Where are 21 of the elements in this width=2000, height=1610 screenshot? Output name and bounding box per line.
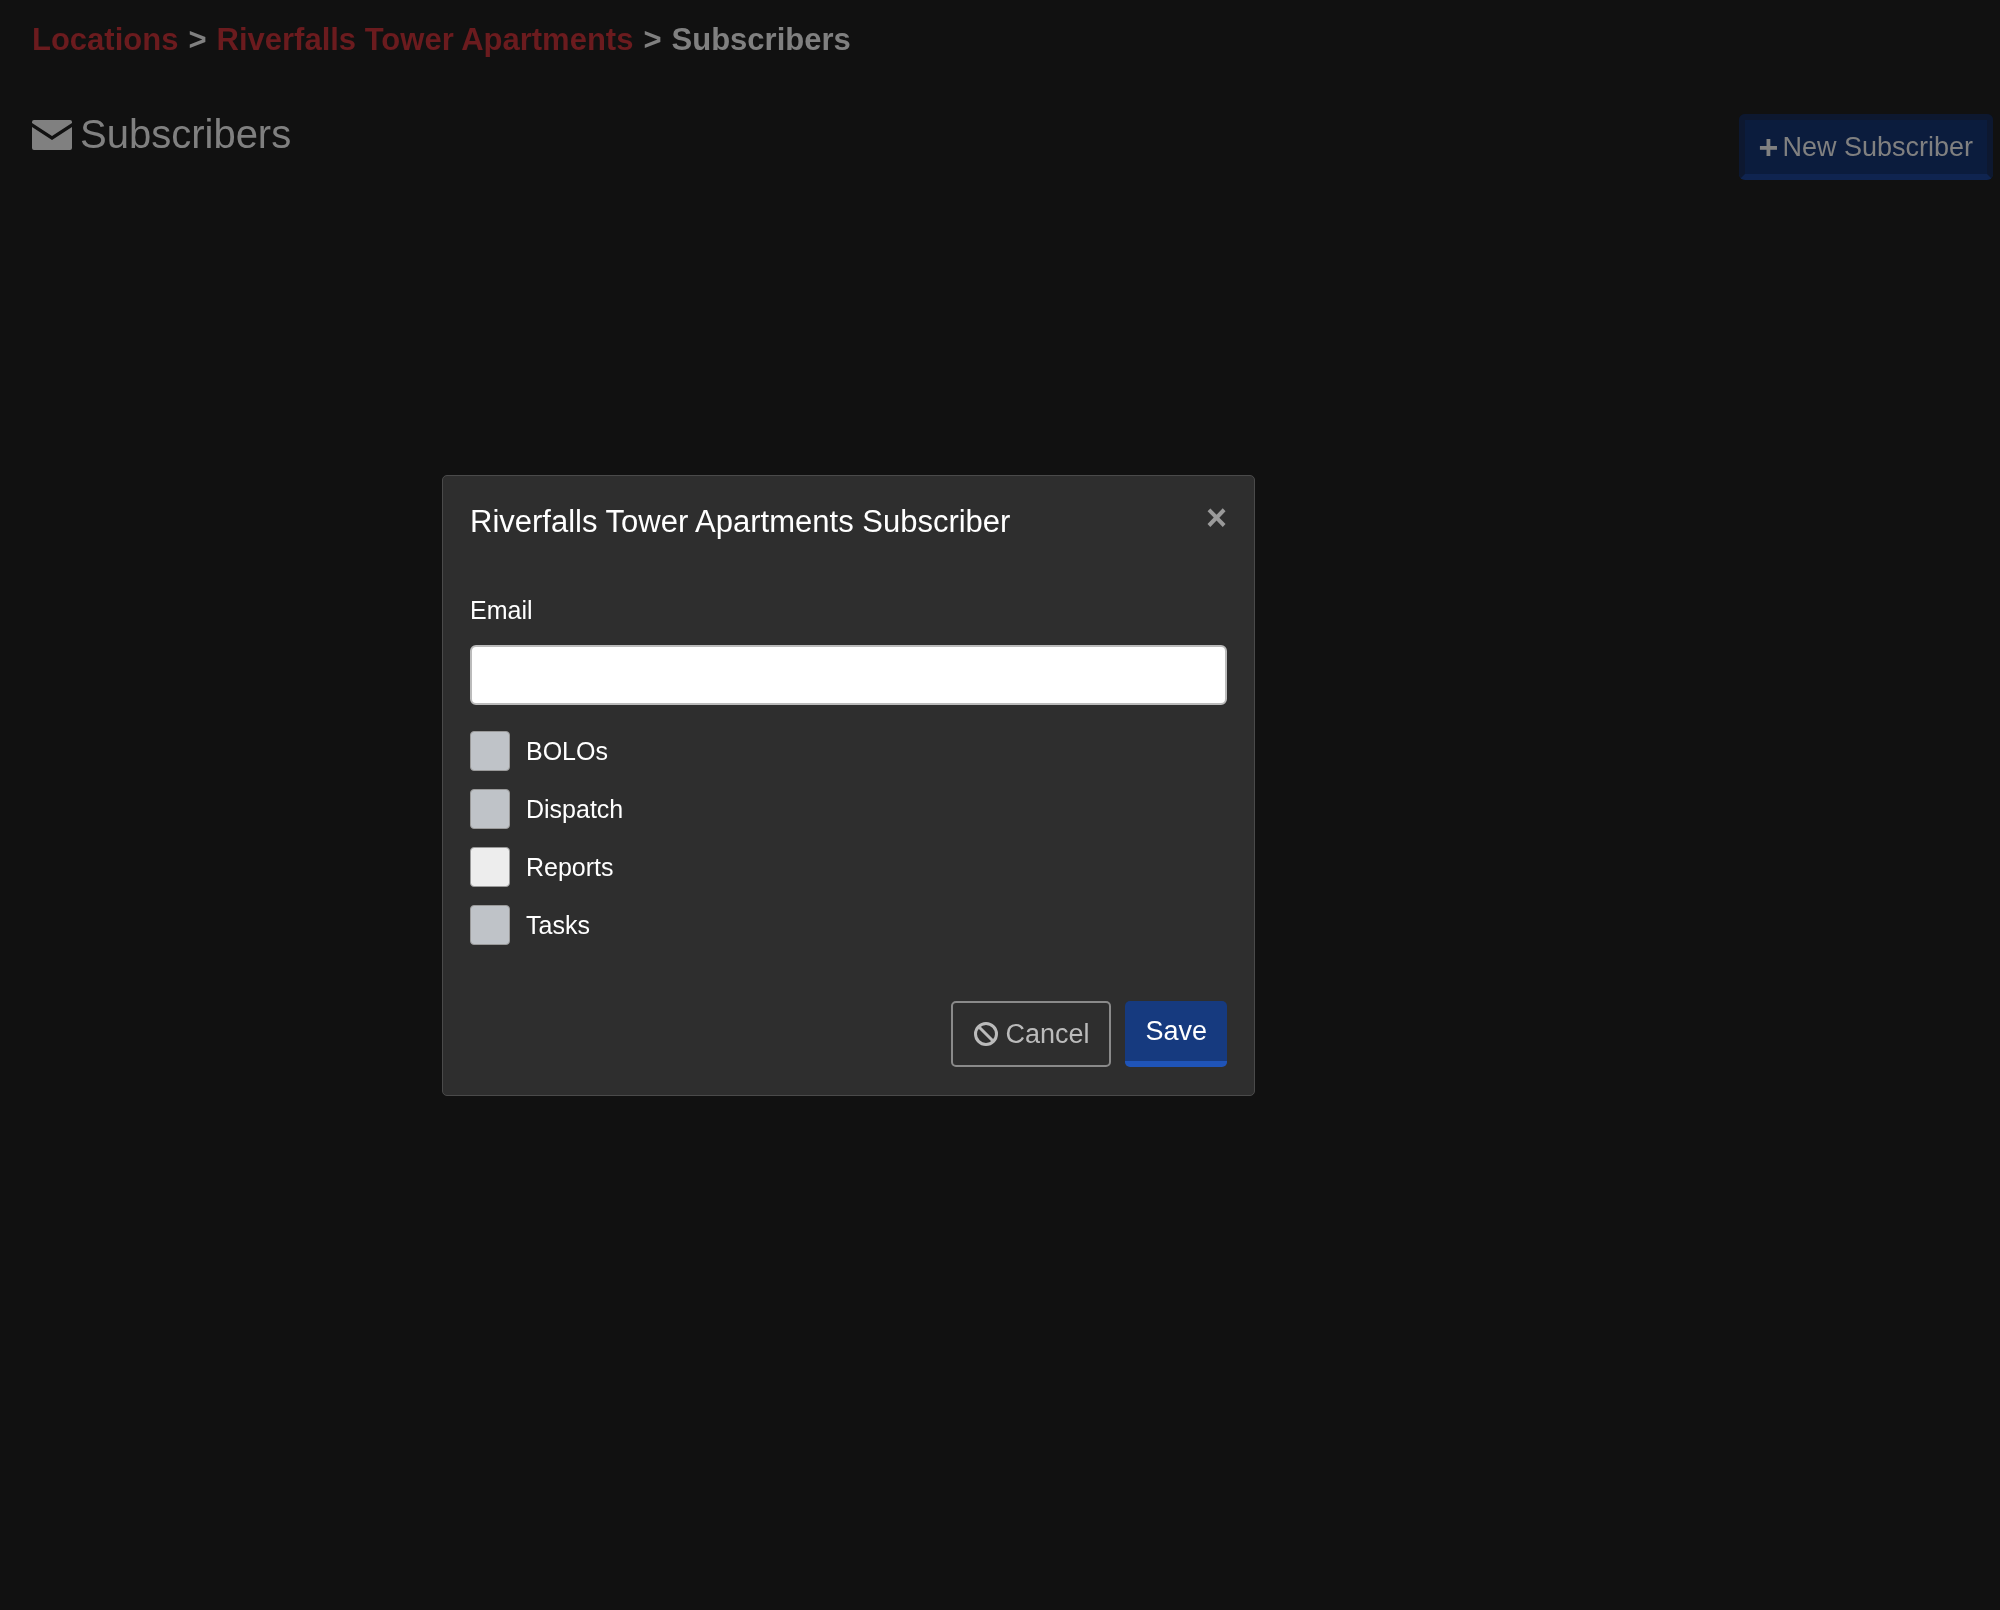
email-label: Email [470, 596, 534, 625]
dialog-title: Riverfalls Tower Apartments Subscriber [470, 504, 1011, 540]
checkbox-label: Reports [526, 852, 614, 882]
checkbox[interactable] [470, 847, 510, 887]
breadcrumb-separator: > [188, 22, 207, 58]
envelope-icon [32, 117, 72, 152]
breadcrumb-current: Subscribers [671, 22, 851, 58]
page-title: Subscribers [80, 112, 292, 157]
new-subscriber-button[interactable]: +New Subscriber [1738, 114, 1993, 180]
checkbox[interactable] [470, 905, 510, 945]
close-button[interactable]: × [1205, 504, 1227, 532]
prohibited-icon [973, 1021, 1000, 1047]
breadcrumb-separator: > [643, 22, 662, 58]
checkbox[interactable] [470, 789, 510, 829]
checkbox[interactable] [470, 731, 510, 771]
cancel-button[interactable]: Cancel [951, 1001, 1112, 1067]
checkbox-label: Dispatch [526, 794, 624, 824]
checkbox-label: Tasks [526, 910, 590, 940]
email-field[interactable] [470, 645, 1227, 705]
checkbox-label: BOLOs [526, 736, 608, 766]
save-button[interactable]: Save [1125, 1001, 1227, 1067]
